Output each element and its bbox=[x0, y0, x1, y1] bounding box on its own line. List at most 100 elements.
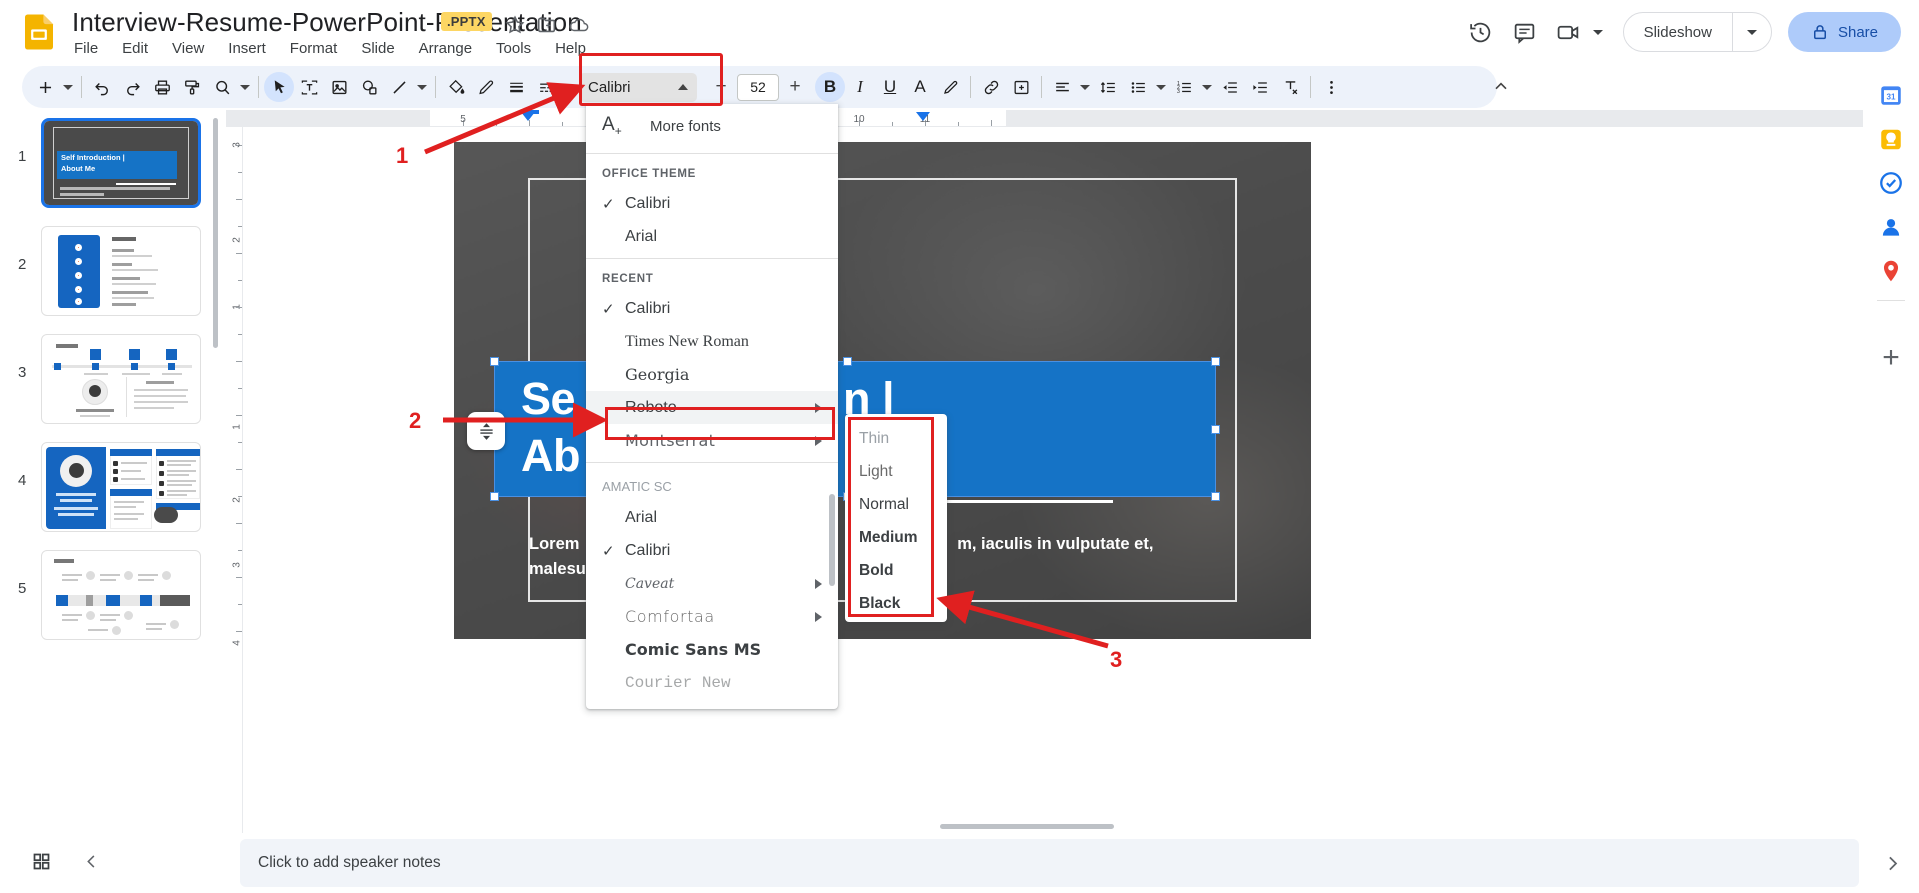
menu-help[interactable]: Help bbox=[543, 36, 598, 62]
more-fonts-item[interactable]: A+ More fonts bbox=[586, 104, 838, 148]
grid-view-icon[interactable] bbox=[26, 846, 56, 876]
slide-thumbnail-5[interactable] bbox=[41, 550, 201, 640]
weight-item-light[interactable]: Light bbox=[845, 455, 947, 488]
speaker-notes-input[interactable]: Click to add speaker notes bbox=[240, 839, 1859, 887]
resize-handle-tl[interactable] bbox=[490, 357, 499, 366]
maps-icon[interactable] bbox=[1876, 256, 1906, 286]
font-size-input[interactable]: 52 bbox=[737, 74, 779, 101]
slide-thumbnail-2[interactable] bbox=[41, 226, 201, 316]
font-item-georgia[interactable]: Georgia bbox=[586, 358, 838, 391]
slide-thumbnail-1[interactable]: Self Introduction | About Me bbox=[41, 118, 201, 208]
horizontal-ruler[interactable]: 5 6 7 8 9 10 11 bbox=[226, 110, 1863, 127]
align-chevron-down-icon[interactable] bbox=[1077, 72, 1093, 102]
share-button[interactable]: Share bbox=[1788, 12, 1901, 52]
weight-item-normal[interactable]: Normal bbox=[845, 488, 947, 521]
cloud-saved-icon[interactable] bbox=[568, 14, 590, 36]
bold-button[interactable]: B bbox=[815, 72, 845, 102]
clear-formatting-button[interactable] bbox=[1275, 72, 1305, 102]
menu-file[interactable]: File bbox=[62, 36, 110, 62]
insert-line-button[interactable] bbox=[384, 72, 414, 102]
menu-tools[interactable]: Tools bbox=[484, 36, 543, 62]
font-item-calibri-recent[interactable]: ✓ Calibri bbox=[586, 292, 838, 325]
font-item-times-new-roman[interactable]: Times New Roman bbox=[586, 325, 838, 358]
text-color-button[interactable]: A bbox=[905, 72, 935, 102]
underline-button[interactable]: U bbox=[875, 72, 905, 102]
move-to-folder-icon[interactable] bbox=[536, 14, 558, 36]
select-tool-button[interactable] bbox=[264, 72, 294, 102]
fill-color-button[interactable] bbox=[441, 72, 471, 102]
comment-icon[interactable] bbox=[1503, 10, 1547, 54]
add-apps-plus-icon[interactable]: + bbox=[1876, 343, 1906, 373]
redo-button[interactable] bbox=[117, 72, 147, 102]
font-size-decrease-button[interactable]: − bbox=[709, 74, 733, 100]
slide-thumbnail-4[interactable] bbox=[41, 442, 201, 532]
menu-view[interactable]: View bbox=[160, 36, 216, 62]
font-family-selector[interactable]: Calibri bbox=[579, 73, 697, 102]
font-item-calibri-office[interactable]: ✓ Calibri bbox=[586, 187, 838, 220]
bulleted-list-button[interactable] bbox=[1123, 72, 1153, 102]
border-weight-button[interactable] bbox=[501, 72, 531, 102]
menu-slide[interactable]: Slide bbox=[349, 36, 406, 62]
menu-edit[interactable]: Edit bbox=[110, 36, 160, 62]
video-camera-icon[interactable] bbox=[1547, 10, 1591, 54]
resize-handle-bl[interactable] bbox=[490, 492, 499, 501]
calendar-icon[interactable]: 31 bbox=[1876, 80, 1906, 110]
insert-link-button[interactable] bbox=[976, 72, 1006, 102]
font-item-montserrat[interactable]: Montserrat bbox=[586, 424, 838, 457]
font-item-courier-new[interactable]: Courier New bbox=[586, 666, 838, 699]
bulleted-list-chevron-down-icon[interactable] bbox=[1153, 72, 1169, 102]
keep-icon[interactable] bbox=[1876, 124, 1906, 154]
vertical-ruler[interactable]: 3 2 1 1 2 3 4 bbox=[226, 127, 243, 833]
font-item-comic-sans-ms[interactable]: Comic Sans MS bbox=[586, 633, 838, 666]
font-item-comfortaa[interactable]: Comfortaa bbox=[586, 600, 838, 633]
italic-button[interactable]: I bbox=[845, 72, 875, 102]
resize-handle-tc[interactable] bbox=[843, 357, 852, 366]
new-slide-chevron-down-icon[interactable] bbox=[60, 72, 76, 102]
indent-marker-right-icon[interactable] bbox=[916, 112, 930, 121]
insert-image-button[interactable] bbox=[324, 72, 354, 102]
slide-thumbnail-3[interactable] bbox=[41, 334, 201, 424]
version-history-icon[interactable] bbox=[1459, 10, 1503, 54]
weight-item-black[interactable]: Black bbox=[845, 587, 947, 620]
print-button[interactable] bbox=[147, 72, 177, 102]
align-button[interactable] bbox=[1047, 72, 1077, 102]
font-item-arial-amatic[interactable]: Arial bbox=[586, 501, 838, 534]
numbered-list-chevron-down-icon[interactable] bbox=[1199, 72, 1215, 102]
resize-handle-br[interactable] bbox=[1211, 492, 1220, 501]
font-item-arial-office[interactable]: Arial bbox=[586, 220, 838, 253]
line-chevron-down-icon[interactable] bbox=[414, 72, 430, 102]
weight-item-medium[interactable]: Medium bbox=[845, 521, 947, 554]
line-spacing-button[interactable] bbox=[1093, 72, 1123, 102]
more-options-button[interactable] bbox=[1316, 72, 1346, 102]
weight-item-thin[interactable]: Thin bbox=[845, 422, 947, 455]
expand-panel-chevron-right-icon[interactable] bbox=[1875, 846, 1909, 880]
slideshow-button[interactable]: Slideshow bbox=[1624, 13, 1732, 51]
border-dash-button[interactable] bbox=[531, 72, 561, 102]
undo-button[interactable] bbox=[87, 72, 117, 102]
menu-insert[interactable]: Insert bbox=[216, 36, 278, 62]
insert-shape-button[interactable] bbox=[354, 72, 384, 102]
contacts-icon[interactable] bbox=[1876, 212, 1906, 242]
filmstrip-scrollbar[interactable] bbox=[213, 118, 218, 348]
numbered-list-button[interactable]: 123 bbox=[1169, 72, 1199, 102]
resize-handle-tr[interactable] bbox=[1211, 357, 1220, 366]
zoom-button[interactable] bbox=[207, 72, 237, 102]
vertical-align-handle-icon[interactable] bbox=[467, 412, 505, 450]
menu-format[interactable]: Format bbox=[278, 36, 350, 62]
paint-format-button[interactable] bbox=[177, 72, 207, 102]
weight-item-bold[interactable]: Bold bbox=[845, 554, 947, 587]
collapse-filmstrip-chevron-left-icon[interactable] bbox=[76, 846, 106, 876]
font-weight-submenu[interactable]: Thin Light Normal Medium Bold Black bbox=[845, 414, 947, 622]
decrease-indent-button[interactable] bbox=[1215, 72, 1245, 102]
font-size-increase-button[interactable]: + bbox=[783, 74, 807, 100]
canvas-horizontal-scrollbar[interactable] bbox=[940, 824, 1114, 829]
slide-thumbnail-panel[interactable]: 1 Self Introduction | About Me 2 bbox=[0, 110, 222, 833]
meeting-group[interactable] bbox=[1547, 10, 1609, 54]
new-slide-button[interactable] bbox=[30, 72, 60, 102]
font-family-dropdown[interactable]: A+ More fonts OFFICE THEME ✓ Calibri Ari… bbox=[586, 104, 838, 709]
insert-comment-button[interactable] bbox=[1006, 72, 1036, 102]
increase-indent-button[interactable] bbox=[1245, 72, 1275, 102]
font-item-roboto[interactable]: Roboto bbox=[586, 391, 838, 424]
text-box-button[interactable] bbox=[294, 72, 324, 102]
menu-arrange[interactable]: Arrange bbox=[407, 36, 484, 62]
